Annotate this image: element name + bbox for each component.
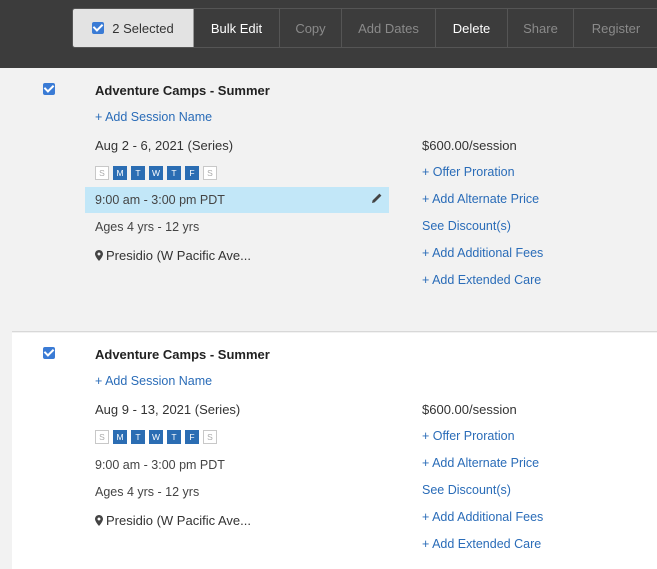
day-tuesday: T [131,166,145,180]
add-alternate-price-link[interactable]: + Add Alternate Price [422,456,539,470]
session-time-row[interactable]: 9:00 am - 3:00 pm PDT [85,187,389,213]
see-discounts-link[interactable]: See Discount(s) [422,483,511,497]
see-discounts-link[interactable]: See Discount(s) [422,219,511,233]
add-session-name-link[interactable]: + Add Session Name [95,374,212,388]
pencil-edit-icon[interactable] [371,192,383,204]
day-thursday: T [167,430,181,444]
selected-count-label: 2 Selected [112,20,174,36]
bulk-action-toolbar: 2 Selected Bulk Edit Copy Add Dates Dele… [0,0,657,68]
weekday-selector: S M T W T F S [95,166,217,180]
add-extended-care-link[interactable]: + Add Extended Care [422,273,541,287]
copy-button[interactable]: Copy [280,9,342,47]
session-title: Adventure Camps - Summer [95,83,270,98]
add-dates-button[interactable]: Add Dates [342,9,436,47]
session-location: Presidio (W Pacific Ave... [95,513,251,528]
location-label: Presidio (W Pacific Ave... [106,513,251,528]
session-ages: Ages 4 yrs - 12 yrs [95,220,200,234]
day-friday: F [185,166,199,180]
register-button[interactable]: Register [574,9,657,47]
day-monday: M [113,166,127,180]
add-extended-care-link[interactable]: + Add Extended Care [422,537,541,551]
session-select-checkbox[interactable] [43,83,55,95]
day-sunday: S [95,430,109,444]
day-tuesday: T [131,430,145,444]
bulk-edit-button[interactable]: Bulk Edit [194,9,280,47]
session-select-checkbox[interactable] [43,347,55,359]
add-session-name-link[interactable]: + Add Session Name [95,110,212,124]
delete-button[interactable]: Delete [436,9,508,47]
location-label: Presidio (W Pacific Ave... [106,248,251,263]
day-wednesday: W [149,166,163,180]
session-ages: Ages 4 yrs - 12 yrs [95,485,200,499]
day-friday: F [185,430,199,444]
add-alternate-price-link[interactable]: + Add Alternate Price [422,192,539,206]
map-pin-icon [95,250,103,261]
map-pin-icon [95,515,103,526]
day-saturday: S [203,430,217,444]
add-additional-fees-link[interactable]: + Add Additional Fees [422,246,543,260]
session-price: $600.00/session [422,402,517,417]
session-card: Adventure Camps - Summer + Add Session N… [12,68,657,332]
day-thursday: T [167,166,181,180]
session-card: Adventure Camps - Summer + Add Session N… [12,333,657,569]
session-time: 9:00 am - 3:00 pm PDT [95,193,225,207]
add-additional-fees-link[interactable]: + Add Additional Fees [422,510,543,524]
day-wednesday: W [149,430,163,444]
checkbox-checked-icon [92,22,105,34]
session-time[interactable]: 9:00 am - 3:00 pm PDT [95,458,225,472]
bulk-action-button-group: 2 Selected Bulk Edit Copy Add Dates Dele… [72,8,657,48]
session-dates: Aug 2 - 6, 2021 (Series) [95,138,234,153]
offer-proration-link[interactable]: + Offer Proration [422,165,515,179]
share-button[interactable]: Share [508,9,574,47]
weekday-selector: S M T W T F S [95,430,217,444]
day-saturday: S [203,166,217,180]
selected-count-toggle[interactable]: 2 Selected [73,9,194,47]
offer-proration-link[interactable]: + Offer Proration [422,429,515,443]
day-sunday: S [95,166,109,180]
day-monday: M [113,430,127,444]
session-title: Adventure Camps - Summer [95,347,270,362]
session-price: $600.00/session [422,138,517,153]
session-location: Presidio (W Pacific Ave... [95,248,251,263]
session-dates: Aug 9 - 13, 2021 (Series) [95,402,241,417]
